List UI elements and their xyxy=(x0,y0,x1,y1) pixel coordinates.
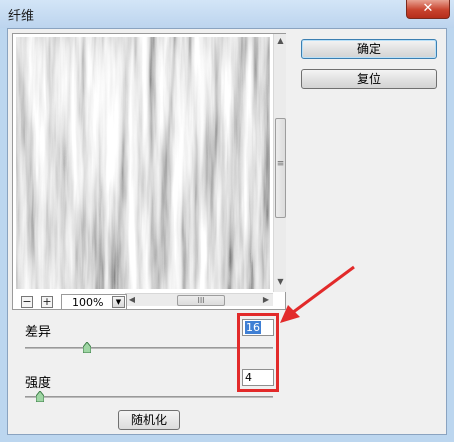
title-bar[interactable]: 纤维 ✕ xyxy=(0,0,454,28)
close-icon: ✕ xyxy=(422,1,434,16)
strength-label: 强度 xyxy=(25,376,52,391)
strength-slider-track[interactable] xyxy=(25,396,273,398)
dialog-body: ▲ ≡ ▼ ◀ III ▶ − + 100% ▼ 确定 复位 差异 16 强度 … xyxy=(7,28,447,435)
variance-label: 差异 xyxy=(25,325,52,340)
horizontal-scroll-thumb[interactable]: III xyxy=(177,295,225,306)
close-button[interactable]: ✕ xyxy=(406,0,450,19)
variance-slider-track[interactable] xyxy=(25,347,273,349)
variance-slider-thumb[interactable] xyxy=(83,342,91,353)
zoom-level-value: 100% xyxy=(72,296,104,309)
zoom-level-select[interactable]: 100% ▼ xyxy=(61,294,127,310)
scroll-right-icon[interactable]: ▶ xyxy=(261,295,271,305)
preview-panel: ▲ ≡ ▼ ◀ III ▶ − + 100% ▼ xyxy=(12,33,286,310)
zoom-in-button[interactable]: + xyxy=(41,296,53,308)
horizontal-scrollbar[interactable]: ◀ III ▶ xyxy=(125,293,273,306)
highlight-box xyxy=(237,313,279,392)
window-title: 纤维 xyxy=(8,9,35,24)
reset-button[interactable]: 复位 xyxy=(301,69,437,89)
strength-slider-thumb[interactable] xyxy=(35,391,44,402)
vertical-scrollbar[interactable]: ▲ ≡ ▼ xyxy=(273,34,286,292)
chevron-down-icon[interactable]: ▼ xyxy=(112,296,125,308)
zoom-out-button[interactable]: − xyxy=(21,296,33,308)
randomize-button[interactable]: 随机化 xyxy=(118,410,180,430)
ok-button[interactable]: 确定 xyxy=(301,39,437,59)
annotation-arrow-icon xyxy=(280,265,355,323)
scroll-left-icon[interactable]: ◀ xyxy=(127,295,137,305)
vertical-scroll-thumb[interactable]: ≡ xyxy=(275,118,286,218)
fiber-preview-image[interactable] xyxy=(16,37,270,289)
scroll-up-icon[interactable]: ▲ xyxy=(276,36,285,46)
